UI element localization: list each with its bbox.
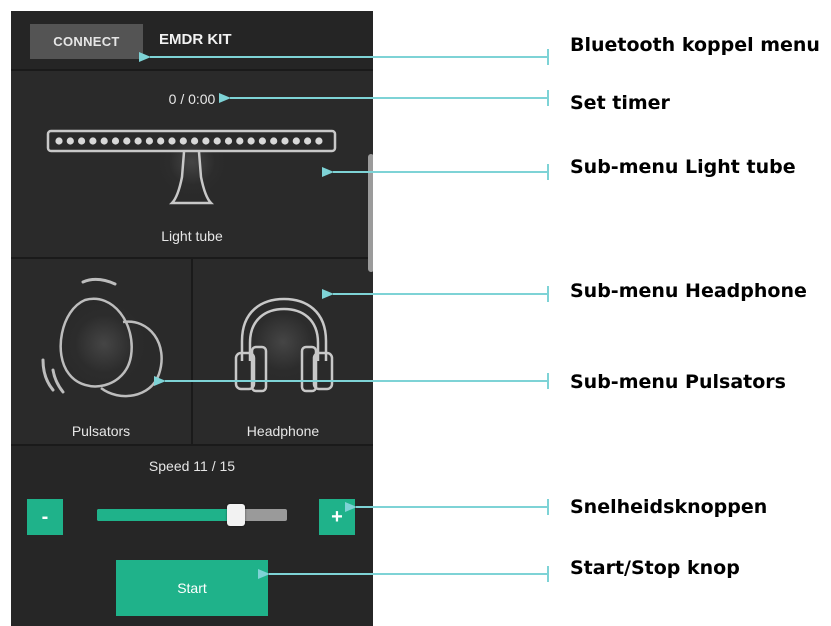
annotation-light-tube: Sub-menu Light tube — [570, 156, 796, 178]
annotation-timer: Set timer — [570, 92, 670, 114]
annotation-bluetooth: Bluetooth koppel menu — [570, 34, 820, 56]
annotation-speed-buttons: Snelheidsknoppen — [570, 496, 768, 518]
annotation-start-stop: Start/Stop knop — [570, 557, 740, 579]
annotation-arrows — [139, 49, 549, 582]
annotation-pulsators: Sub-menu Pulsators — [570, 371, 786, 393]
annotation-headphone: Sub-menu Headphone — [570, 280, 807, 302]
